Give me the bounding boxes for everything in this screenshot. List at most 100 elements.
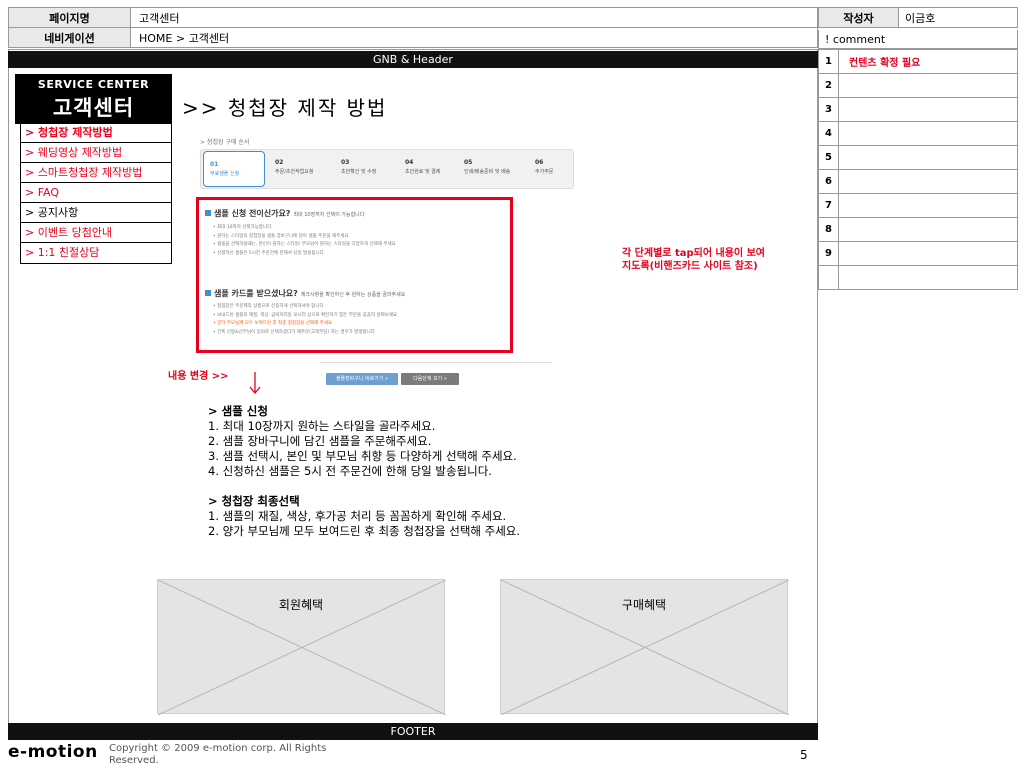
- comment-row: 4: [818, 121, 1018, 146]
- step-label: 인쇄/배송준비 및 배송: [464, 169, 511, 175]
- step-tab-6[interactable]: 06 추가주문: [529, 150, 573, 188]
- sidebar-item-faq[interactable]: > FAQ: [21, 183, 171, 203]
- gnb-header-bar: GNB & Header: [8, 51, 818, 68]
- comment-text: [838, 169, 1018, 194]
- comment-num: 9: [818, 241, 839, 266]
- step-tabs: 01 무료샘플 신청 02 주문/초안작업요청 03 초안확인 및 수정 04 초안완료…: [200, 149, 574, 189]
- step-num: 04: [405, 159, 414, 166]
- sidebar-item-notice[interactable]: > 공지사항: [21, 203, 171, 223]
- sample-cart-button[interactable]: 샘플장바구니 바로가기 »: [326, 373, 398, 385]
- nav-label: 네비게이션: [8, 27, 131, 48]
- list-item: 2. 양가 부모님께 모두 보여드린 후 최종 청첩장을 선택해 주세요.: [208, 524, 521, 538]
- nav-path: HOME > 고객센터: [130, 27, 818, 48]
- comment-num: 8: [818, 217, 839, 242]
- comment-text: [838, 73, 1018, 98]
- sample-received-heading: 샘플 카드를 받으셨나요? 체크사항을 확인하신 후 원하는 상품을 골라주세요: [205, 288, 405, 299]
- step-tab-4[interactable]: 04 초안완료 및 결제: [399, 150, 461, 188]
- sidebar-item-smart-invitation[interactable]: > 스마트청첩장 제작방법: [21, 163, 171, 183]
- service-center-banner: SERVICE CENTER 고객센터: [15, 74, 172, 124]
- step-label: 추가주문: [535, 169, 554, 175]
- comment-row: 2: [818, 73, 1018, 98]
- sidebar-item-one-on-one[interactable]: > 1:1 친절상담: [21, 243, 171, 263]
- comment-row: [818, 265, 1018, 290]
- change-label: 내용 변경 >>: [168, 371, 229, 382]
- placeholder-label: 구매혜택: [621, 598, 667, 612]
- comment-list: 1 컨텐츠 확정 필요 2 3 4 5 6 7 8 9: [818, 49, 1018, 290]
- placeholder-label: 회원혜택: [278, 598, 324, 612]
- step-tab-3[interactable]: 03 초안확인 및 수정: [335, 150, 397, 188]
- comment-num: 1: [818, 49, 839, 74]
- page-name-label: 페이지명: [8, 7, 131, 28]
- brand-logo: e-motion: [8, 742, 98, 762]
- sidebar-item-event-winners[interactable]: > 이벤트 당첨안내: [21, 223, 171, 243]
- service-center-title-ko: 고객센터: [52, 96, 135, 120]
- content-text: > 샘플 신청 1. 최대 10장까지 원하는 스타일을 골라주세요. 2. 샘…: [208, 404, 520, 539]
- page-title: >> 청첩장 제작 방법: [182, 96, 388, 120]
- step-label: 초안완료 및 결제: [405, 169, 441, 175]
- comment-row: 3: [818, 97, 1018, 122]
- service-center-title-en: SERVICE CENTER: [37, 78, 150, 91]
- comment-row: 6: [818, 169, 1018, 194]
- step-tab-2[interactable]: 02 주문/초안작업요청: [269, 150, 331, 188]
- sample-received-bullets: • 청첩장은 주문제작 상품으로 신중하게 선택하셔야 합니다 • 보내드린 샘…: [213, 304, 398, 335]
- comment-header: ! comment: [818, 30, 1018, 49]
- comment-text: [838, 121, 1018, 146]
- step-tab-5[interactable]: 05 인쇄/배송준비 및 배송: [458, 150, 520, 188]
- comment-row: 1 컨텐츠 확정 필요: [818, 49, 1018, 74]
- step-label: 초안확인 및 수정: [341, 169, 377, 175]
- comment-num: 3: [818, 97, 839, 122]
- list-item: 4. 신청하신 샘플은 5시 전 주문건에 한해 당일 발송됩니다.: [208, 464, 492, 478]
- member-benefit-placeholder[interactable]: 회원혜택: [157, 579, 446, 715]
- step-label: 무료샘플 신청: [210, 171, 240, 177]
- step-num: 06: [535, 159, 544, 166]
- author-table: 작성자 이금호: [818, 7, 1018, 28]
- page-number: 5: [800, 748, 808, 762]
- square-bullet-icon: [205, 290, 211, 296]
- step-label: 주문/초안작업요청: [275, 169, 314, 175]
- list-item: 1. 최대 10장까지 원하는 스타일을 골라주세요.: [208, 419, 436, 433]
- comment-row: 9: [818, 241, 1018, 266]
- comment-text: [838, 97, 1018, 122]
- sample-request-heading: 샘플 신청 전이신가요? 최대 10장까지 선택이 가능합니다: [205, 208, 364, 219]
- footer-bar: FOOTER: [8, 723, 818, 740]
- author-value: 이금호: [898, 7, 1018, 28]
- comment-text: 컨텐츠 확정 필요: [838, 49, 1018, 74]
- next-step-button[interactable]: 다음단계 보기 »: [401, 373, 459, 385]
- step-num: 05: [464, 159, 473, 166]
- screenshot-breadcrumb: > 청첩장 구매 순서: [200, 139, 250, 146]
- square-bullet-icon: [205, 210, 211, 216]
- step-tab-1[interactable]: 01 무료샘플 신청: [203, 151, 265, 187]
- list-item: 2. 샘플 장바구니에 담긴 샘플을 주문해주세요.: [208, 434, 432, 448]
- sample-request-bullets: • 최대 10까지 선택가능합니다. • 원하는 스타일의 청첩장을 샘플 장바…: [213, 225, 396, 256]
- list-item: 1. 샘플의 재질, 색상, 후가공 처리 등 꼼꼼하게 확인해 주세요.: [208, 509, 507, 523]
- comment-num: 6: [818, 169, 839, 194]
- sidebar-item-invitation-guide[interactable]: > 청첩장 제작방법: [21, 123, 171, 143]
- author-label: 작성자: [818, 7, 899, 28]
- comment-num: 2: [818, 73, 839, 98]
- copyright: Copyright © 2009 e-motion corp. All Righ…: [109, 743, 327, 766]
- section-title: > 청첩장 최종선택: [208, 494, 300, 508]
- comment-row: 5: [818, 145, 1018, 170]
- step-num: 03: [341, 159, 350, 166]
- page-name-value: 고객센터: [130, 7, 818, 28]
- page-info-table: 페이지명 고객센터 네비게이션 HOME > 고객센터: [8, 7, 818, 48]
- comment-num: 7: [818, 193, 839, 218]
- comment-text: [838, 193, 1018, 218]
- sidebar-menu: > 청첩장 제작방법 > 웨딩영상 제작방법 > 스마트청첩장 제작방법 > F…: [20, 122, 172, 264]
- comment-row: 8: [818, 217, 1018, 242]
- comment-text: [838, 241, 1018, 266]
- comment-text: [838, 217, 1018, 242]
- purchase-benefit-placeholder[interactable]: 구매혜택: [500, 579, 789, 715]
- list-item: 3. 샘플 선택시, 본인 및 부모님 취향 등 다양하게 선택해 주세요.: [208, 449, 517, 463]
- step-num: 01: [210, 161, 219, 168]
- divider: [320, 362, 552, 363]
- comment-text: [838, 145, 1018, 170]
- step-num: 02: [275, 159, 284, 166]
- down-arrow-icon: [249, 372, 261, 395]
- annotation-note: 각 단계별로 tap되어 내용이 보여 지도록(비핸즈카드 사이트 참조): [622, 248, 766, 272]
- comment-row: 7: [818, 193, 1018, 218]
- comment-num: 5: [818, 145, 839, 170]
- sidebar-item-wedding-video[interactable]: > 웨딩영상 제작방법: [21, 143, 171, 163]
- section-title: > 샘플 신청: [208, 404, 268, 418]
- highlight-box: 샘플 신청 전이신가요? 최대 10장까지 선택이 가능합니다 • 최대 10까지…: [196, 197, 513, 353]
